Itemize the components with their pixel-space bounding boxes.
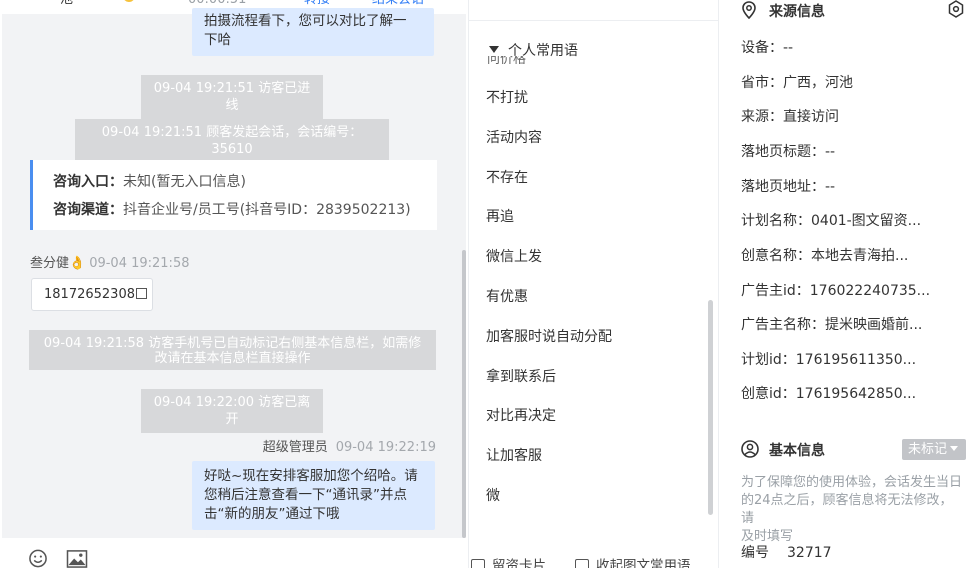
visitor-sender-name: 叁分健👌 (30, 256, 86, 271)
source-region: 省市：广西，河池 (741, 75, 853, 91)
phrase-item[interactable]: 让加客服 (486, 447, 542, 465)
phrase-item[interactable]: 对比再决定 (486, 407, 556, 425)
chat-message-list[interactable]: 池 00:00:51 转接 结束会话 拍摄流程看下，您可以对比了解一 下哈 09… (2, 0, 466, 538)
divider (469, 20, 719, 21)
message-line: 您稍后注意查看一下“通讯录”并点 (204, 487, 407, 503)
transfer-button[interactable]: 转接 (304, 0, 330, 8)
visitor-message-time: 09-04 19:21:58 (89, 256, 190, 271)
collapse-phrases-button[interactable]: 收起图文常用语 (575, 554, 691, 568)
phrase-item[interactable]: 加客服时说自动分配 (486, 328, 612, 346)
system-message-line: 09-04 19:21:58 访客手机号已自动标记右侧基本信息栏，如需修 (43, 336, 422, 351)
phrase-item-partial[interactable]: 问价格 (487, 56, 526, 64)
visitor-message-meta: 叁分健👌 09-04 19:21:58 (30, 252, 189, 271)
session-timer: 00:00:51 (188, 0, 246, 8)
message-line: 击“新的朋友”通过下哦 (204, 506, 340, 522)
phrase-item[interactable]: 活动内容 (486, 129, 542, 147)
emoji-icon (123, 0, 135, 2)
common-phrases-panel: 个人常用语 问价格 不打扰 活动内容 不存在 再追 微信上发 有优惠 加客服时说… (468, 0, 719, 568)
system-message-line: 改请在基本信息栏直接操作 (154, 351, 311, 366)
consult-channel-row: 咨询渠道：抖音企业号/员工号(抖音号ID：2839502213) (53, 201, 411, 219)
phrase-item[interactable]: 微 (486, 487, 500, 505)
customer-info-panel: 来源信息 设备：-- 省市：广西，河池 来源：直接访问 落地页标题：-- 落地页… (718, 0, 970, 568)
chat-scrollbar[interactable] (462, 250, 466, 538)
agent-message-time: 09-04 19:22:19 (335, 440, 436, 455)
tag-dropdown-label: 未标记 (908, 442, 948, 457)
phrase-item[interactable]: 不打扰 (486, 89, 528, 107)
user-icon (741, 440, 759, 458)
visitor-name-fragment: 池 (60, 0, 73, 8)
source-channel: 来源：直接访问 (741, 109, 839, 125)
location-pin-icon (742, 1, 756, 19)
customer-id-label: 编号 (741, 545, 769, 561)
agent-message-meta: 超级管理员 09-04 19:22:19 (263, 436, 436, 455)
image-icon[interactable] (66, 549, 88, 568)
end-session-button[interactable]: 结束会话 (372, 0, 424, 8)
message-line: 好哒~现在安排客服加您个绍哈。请 (204, 468, 418, 484)
system-message-visitor-left: 09-04 19:22:00 访客已离开 (141, 389, 323, 433)
settings-icon[interactable] (947, 0, 965, 18)
landing-page-url: 落地页地址：-- (741, 179, 836, 195)
consult-channel-value: 抖音企业号/员工号(抖音号ID：2839502213) (123, 202, 411, 218)
consult-info-card: 咨询入口：未知(暂无入口信息) 咨询渠道：抖音企业号/员工号(抖音号ID：283… (30, 160, 437, 230)
phrases-scrollbar[interactable] (708, 300, 713, 515)
consult-channel-label: 咨询渠道： (53, 202, 123, 218)
edit-deadline-notice: 为了保障您的使用体验，会话发生当日 的24点之后，顾客信息将无法修改，请 及时填… (741, 474, 963, 546)
creative-id: 创意id：176195642850... (741, 386, 917, 402)
agent-message-bubble: 好哒~现在安排客服加您个绍哈。请 您稍后注意查看一下“通讯录”并点 击“新的朋友… (192, 461, 435, 530)
emoji-icon[interactable] (28, 549, 48, 568)
message-line: 拍摄流程看下，您可以对比了解一 (204, 13, 407, 29)
agent-sender-name: 超级管理员 (262, 440, 328, 455)
advertiser-id: 广告主id：176022240735... (741, 283, 931, 299)
message-line: 下哈 (204, 32, 231, 48)
landing-page-title: 落地页标题：-- (741, 144, 836, 160)
plan-id: 计划id：176195611350... (741, 352, 917, 368)
system-message-phone-marked: 09-04 19:21:58 访客手机号已自动标记右侧基本信息栏，如需修 改请在… (29, 330, 436, 370)
phrase-item[interactable]: 再追 (486, 208, 514, 226)
caret-down-icon (489, 46, 499, 53)
notice-line: 为了保障您的使用体验，会话发生当日 (741, 475, 963, 490)
phrases-footer: 留资卡片 收起图文常用语 (469, 548, 719, 568)
consult-entry-row: 咨询入口：未知(暂无入口信息) (53, 173, 246, 191)
customer-id-value: 32717 (787, 545, 832, 561)
creative-name: 创意名称：本地去青海拍... (741, 248, 909, 264)
notice-line: 的24点之后，顾客信息将无法修改，请 (741, 493, 953, 526)
visitor-phone-number: 18172652308 (44, 287, 135, 302)
system-message-session-started: 09-04 19:21:51 顾客发起会话，会话编号：35610 (75, 119, 389, 163)
leave-card-button[interactable]: 留资卡片 (471, 554, 546, 568)
basic-info-title: 基本信息 (769, 443, 825, 459)
leave-card-label: 留资卡片 (492, 558, 546, 568)
collapse-phrases-label: 收起图文常用语 (596, 558, 691, 568)
source-info-title: 来源信息 (769, 4, 825, 20)
tag-dropdown[interactable]: 未标记 (902, 439, 966, 460)
consult-entry-value: 未知(暂无入口信息) (123, 174, 246, 190)
advertiser-name: 广告主名称：提米映画婚前... (741, 317, 923, 333)
visitor-phone-message[interactable]: 18172652308 (31, 278, 153, 311)
chat-input-toolbar (0, 538, 468, 568)
plan-name: 计划名称：0401-图文留资... (741, 213, 922, 229)
caret-down-icon (950, 446, 959, 451)
phrase-item[interactable]: 有优惠 (486, 288, 528, 306)
phrase-item[interactable]: 不存在 (486, 169, 528, 187)
customer-id-row: 编号 32717 (741, 544, 832, 562)
system-message-visitor-online: 09-04 19:21:51 访客已进线 (141, 75, 323, 119)
phrase-item[interactable]: 微信上发 (486, 248, 542, 266)
document-icon (575, 559, 589, 568)
source-device: 设备：-- (741, 40, 794, 56)
card-icon (471, 559, 485, 568)
consult-entry-label: 咨询入口： (53, 174, 123, 190)
chat-panel: 池 00:00:51 转接 结束会话 拍摄流程看下，您可以对比了解一 下哈 09… (0, 0, 468, 568)
phrase-item[interactable]: 拿到联系后 (486, 368, 556, 386)
agent-message-bubble: 拍摄流程看下，您可以对比了解一 下哈 (192, 8, 434, 56)
copy-icon[interactable] (135, 288, 147, 299)
